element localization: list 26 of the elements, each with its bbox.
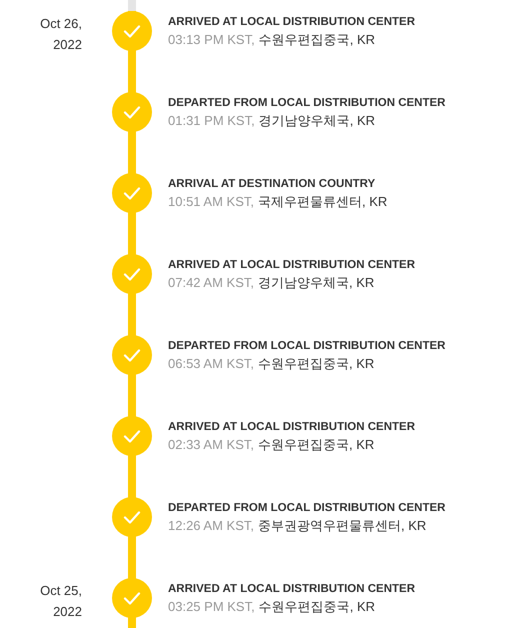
event-location: 수원우편집중국, KR	[258, 32, 376, 47]
event-status: ARRIVED AT LOCAL DISTRIBUTION CENTER	[168, 420, 416, 435]
event-date: Oct 25, 2022	[39, 582, 82, 621]
event-time: 10:51 AM KST,	[168, 194, 254, 209]
event-time: 07:42 AM KST,	[168, 275, 254, 290]
event-time: 12:26 AM KST,	[168, 518, 254, 533]
event-time: 03:25 PM KST,	[168, 599, 255, 614]
event-location: 수원우편집중국, KR	[258, 599, 376, 614]
event-time: 06:53 AM KST,	[168, 356, 254, 371]
event-status: DEPARTED FROM LOCAL DISTRIBUTION CENTER	[168, 339, 446, 354]
event-location: 경기남양우체국, KR	[258, 275, 374, 290]
event-status: DEPARTED FROM LOCAL DISTRIBUTION CENTER	[168, 96, 446, 111]
event-location: 수원우편집중국, KR	[258, 437, 374, 452]
event-status: DEPARTED FROM LOCAL DISTRIBUTION CENTER	[168, 501, 446, 516]
event-time: 01:31 PM KST,	[168, 113, 255, 128]
event-status: ARRIVED AT LOCAL DISTRIBUTION CENTER	[168, 258, 416, 273]
event-date: Oct 26, 2022	[39, 15, 82, 54]
event-status: ARRIVED AT LOCAL DISTRIBUTION CENTER	[168, 582, 416, 597]
event-status: ARRIVAL AT DESTINATION COUNTRY	[168, 177, 376, 192]
event-location: 수원우편집중국, KR	[258, 356, 374, 371]
event-location: 중부권광역우편물류센터, KR	[258, 518, 426, 533]
event-time: 03:13 PM KST,	[168, 32, 255, 47]
event-status: ARRIVED AT LOCAL DISTRIBUTION CENTER	[168, 15, 416, 30]
event-location: 국제우편물류센터, KR	[258, 194, 388, 209]
event-time: 02:33 AM KST,	[168, 437, 254, 452]
event-location: 경기남양우체국, KR	[258, 113, 376, 128]
